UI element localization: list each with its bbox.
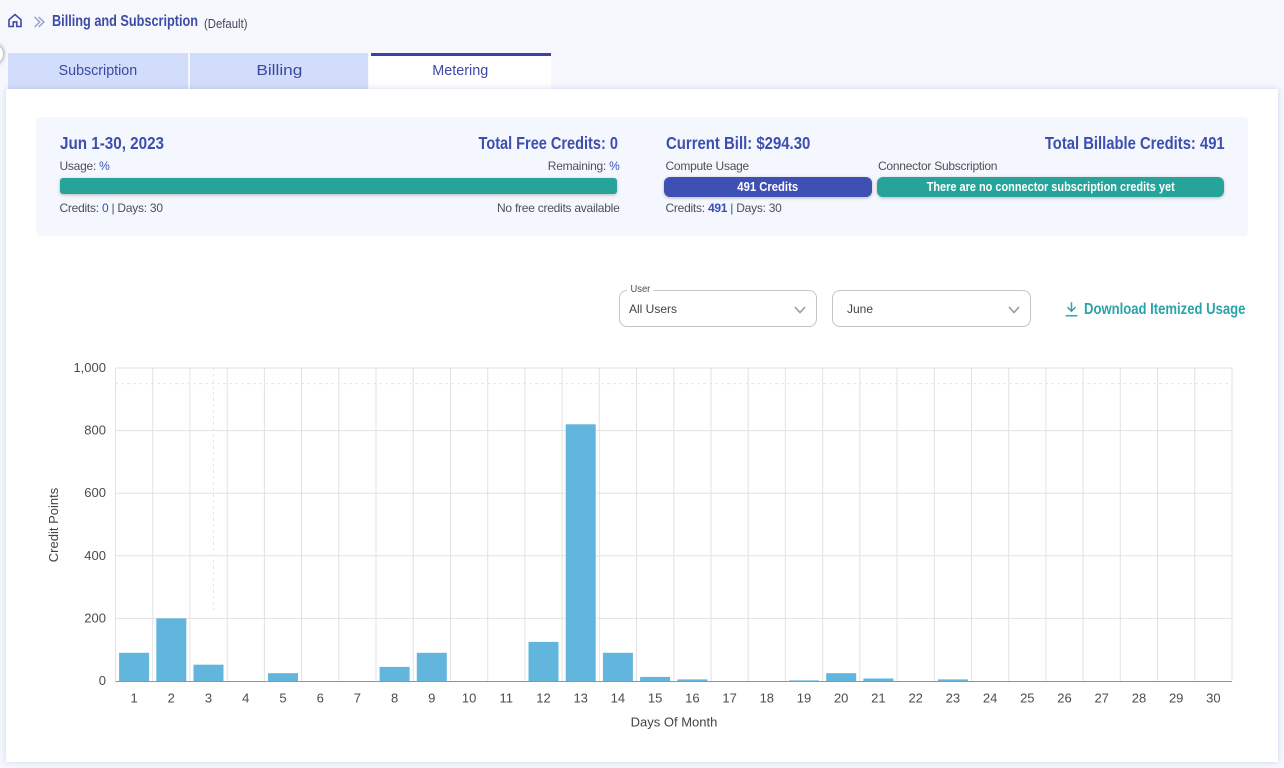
svg-text:0: 0 <box>99 673 106 688</box>
svg-text:20: 20 <box>834 691 848 706</box>
svg-text:19: 19 <box>797 691 811 706</box>
svg-text:12: 12 <box>536 691 550 706</box>
svg-text:21: 21 <box>871 691 885 706</box>
svg-text:4: 4 <box>242 691 249 706</box>
svg-text:25: 25 <box>1020 691 1034 706</box>
svg-text:7: 7 <box>354 691 361 706</box>
svg-text:13: 13 <box>573 691 587 706</box>
svg-text:28: 28 <box>1132 691 1146 706</box>
svg-text:1: 1 <box>130 691 137 706</box>
svg-text:400: 400 <box>84 548 106 563</box>
svg-text:23: 23 <box>946 691 960 706</box>
svg-text:16: 16 <box>685 691 699 706</box>
svg-text:6: 6 <box>317 691 324 706</box>
svg-text:27: 27 <box>1094 691 1108 706</box>
svg-text:600: 600 <box>84 485 106 500</box>
svg-text:Credit Points: Credit Points <box>46 487 61 562</box>
svg-text:26: 26 <box>1057 691 1071 706</box>
svg-text:11: 11 <box>500 691 514 706</box>
svg-text:17: 17 <box>722 691 736 706</box>
svg-text:800: 800 <box>84 423 106 438</box>
svg-text:24: 24 <box>983 691 997 706</box>
svg-text:18: 18 <box>760 691 774 706</box>
svg-text:22: 22 <box>908 691 922 706</box>
svg-text:1,000: 1,000 <box>73 360 106 375</box>
svg-text:Days Of Month: Days Of Month <box>631 715 718 730</box>
svg-text:5: 5 <box>279 691 286 706</box>
svg-text:15: 15 <box>648 691 662 706</box>
svg-text:10: 10 <box>462 691 476 706</box>
svg-text:8: 8 <box>391 691 398 706</box>
svg-text:200: 200 <box>84 610 106 625</box>
svg-text:30: 30 <box>1206 691 1220 706</box>
svg-text:3: 3 <box>205 691 212 706</box>
svg-text:2: 2 <box>168 691 175 706</box>
svg-text:14: 14 <box>611 691 625 706</box>
svg-text:9: 9 <box>428 691 435 706</box>
svg-text:29: 29 <box>1169 691 1183 706</box>
